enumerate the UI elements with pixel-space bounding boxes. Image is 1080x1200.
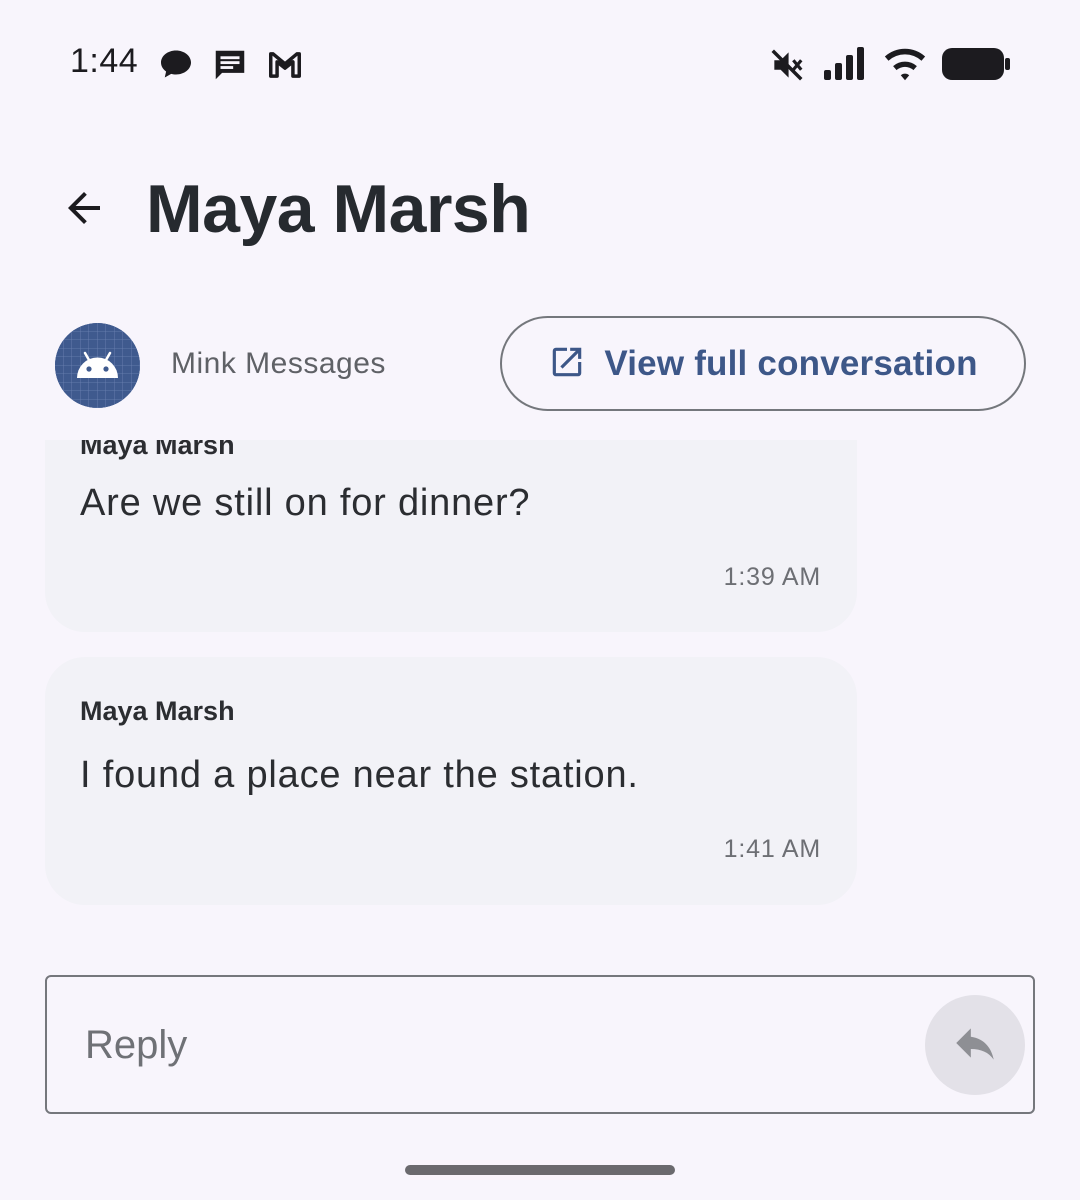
- app-name: Mink Messages: [171, 347, 386, 380]
- message-time: 1:41 AM: [723, 835, 821, 863]
- cell-signal-icon: [822, 44, 870, 89]
- message-bubble: Maya Marsh I found a place near the stat…: [45, 657, 857, 905]
- status-bar: 1:44: [0, 0, 1080, 130]
- mute-icon: [768, 44, 806, 91]
- message-list[interactable]: Maya Marsh Are we still on for dinner? 1…: [0, 440, 1080, 940]
- message-icon: [211, 46, 249, 89]
- view-full-conversation-label: View full conversation: [604, 343, 978, 383]
- android-icon: [55, 323, 140, 408]
- back-button[interactable]: [52, 178, 116, 242]
- page-title: Maya Marsh: [146, 171, 531, 247]
- message-text: Are we still on for dinner?: [80, 482, 531, 524]
- open-in-new-icon: [548, 343, 586, 384]
- reply-box: [45, 975, 1035, 1114]
- reply-input[interactable]: [85, 1007, 905, 1083]
- message-sender: Maya Marsh: [80, 440, 235, 460]
- wifi-icon: [882, 44, 928, 89]
- reply-icon: [950, 1018, 1000, 1073]
- home-indicator[interactable]: [405, 1165, 675, 1175]
- status-time: 1:44: [70, 42, 139, 80]
- message-text: I found a place near the station.: [80, 754, 639, 796]
- chat-bubble-icon: [158, 46, 194, 87]
- battery-icon: [940, 44, 1012, 89]
- gmail-icon: [266, 46, 304, 89]
- arrow-back-icon: [60, 184, 108, 237]
- message-time: 1:39 AM: [723, 563, 821, 591]
- view-full-conversation-button[interactable]: View full conversation: [500, 316, 1026, 411]
- message-bubble: Maya Marsh Are we still on for dinner? 1…: [45, 440, 857, 632]
- message-sender: Maya Marsh: [80, 696, 235, 726]
- notification-conversation-screen: 1:44 Maya Marsh Mink Messages View full …: [0, 0, 1080, 1200]
- send-reply-button[interactable]: [925, 995, 1025, 1095]
- app-avatar: [55, 323, 140, 408]
